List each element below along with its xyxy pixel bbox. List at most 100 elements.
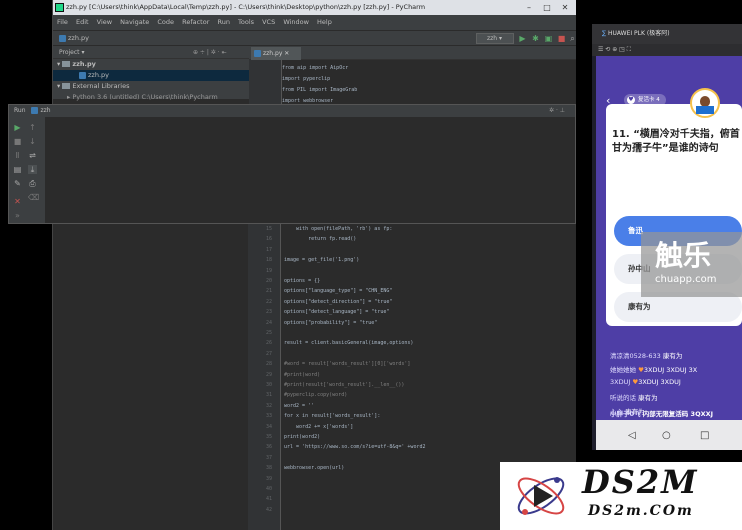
clear-icon[interactable]: ⌫: [28, 193, 39, 202]
code-line: word2 += x['words']: [284, 423, 354, 430]
run-config-dropdown[interactable]: zzh ▾: [476, 33, 514, 44]
code-line: options["detect_direction"] = "true": [284, 298, 393, 305]
chat-line: 她她她她 ♥3XDUJ 3XDUJ 3X: [610, 366, 698, 374]
line-number: 34: [265, 423, 272, 430]
menu-refactor[interactable]: Refactor: [182, 18, 209, 26]
project-view-selector[interactable]: Project: [59, 49, 80, 56]
menu-file[interactable]: File: [57, 18, 68, 26]
code-line: url = 'https://www.so.com/s?ie=utf-8&q='…: [284, 444, 426, 451]
run-tool-window: Run zzh ✲ · ⊥ ▶ ↑ ■ ↓ Ⅱ ⇌ ▤ ⤓ ⎙ ✎ ⌫ ✕ »: [8, 104, 576, 224]
minimize-icon[interactable]: –: [521, 0, 537, 15]
code-line: result = client.basicGeneral(image,optio…: [284, 340, 414, 347]
nav-recents-icon[interactable]: □: [700, 430, 709, 441]
menu-view[interactable]: View: [97, 18, 112, 26]
project-panel-tools-icon[interactable]: ⊕ ÷ | ✲ · ⇤: [193, 46, 227, 59]
stop-icon[interactable]: ■: [13, 137, 22, 146]
close-tab-icon[interactable]: ✕: [284, 50, 289, 57]
coverage-icon[interactable]: ▣: [544, 34, 553, 43]
phone-toolbar-icons[interactable]: ☰ ⟲ ⊕ ◳ ⛶: [598, 46, 631, 53]
menu-tools[interactable]: Tools: [238, 18, 254, 26]
scroll-down-icon[interactable]: ↓: [28, 137, 37, 146]
line-number: 42: [265, 506, 272, 513]
maximize-icon[interactable]: □: [539, 0, 555, 15]
breadcrumb[interactable]: zzh.py: [59, 31, 89, 46]
editor-tabs: zzh.py ✕: [249, 46, 576, 60]
tree-item-python-sdk[interactable]: ▸ Python 3.6 (untitled) C:\Users\think\P…: [53, 92, 249, 103]
chule-url: chuapp.com: [655, 274, 717, 285]
tree-item-file[interactable]: zzh.py: [53, 70, 249, 81]
search-icon[interactable]: ⌕: [568, 34, 576, 43]
line-number: 24: [265, 319, 272, 326]
menu-code[interactable]: Code: [157, 18, 174, 26]
pin-icon[interactable]: ✎: [13, 179, 22, 188]
line-number: 38: [265, 465, 272, 472]
code-line: options["language_type"] = "CHN_ENG": [284, 288, 393, 295]
code-line: print(word2): [284, 434, 321, 440]
navigation-bar: zzh.py zzh ▾ ▶ ✱ ▣ ■ ⌕: [53, 30, 576, 46]
editor-tab-zzh[interactable]: zzh.py ✕: [251, 47, 301, 60]
line-number: 19: [265, 267, 272, 274]
line-number: 36: [265, 444, 272, 451]
code-line: from aip import AipOcr: [282, 65, 349, 71]
menu-bar: File Edit View Navigate Code Refactor Ru…: [53, 15, 576, 30]
line-number: 41: [265, 496, 272, 503]
code-line: #print(word): [284, 371, 321, 378]
stop-icon[interactable]: ■: [557, 34, 566, 43]
menu-window[interactable]: Window: [283, 18, 309, 26]
line-number: 17: [265, 246, 272, 253]
project-panel-header: Project ▾ ⊕ ÷ | ✲ · ⇤: [53, 46, 249, 59]
line-number: 31: [265, 392, 272, 399]
code-line: webbrowser.open(url): [284, 465, 345, 472]
ds2m-watermark: DS2M DS2m.COm: [500, 462, 742, 530]
soft-wrap-icon[interactable]: ⇌: [28, 151, 37, 160]
nav-home-icon[interactable]: ○: [662, 430, 671, 441]
phone-window-title: ∑ HUAWEI PLK (极客阿): [592, 24, 742, 44]
heart-icon: ♥: [627, 96, 635, 104]
line-number: 20: [265, 278, 272, 284]
run-icon[interactable]: ▶: [518, 34, 527, 43]
menu-edit[interactable]: Edit: [76, 18, 89, 26]
folder-icon: [62, 61, 71, 67]
code-line: word2 = '': [284, 402, 315, 409]
chat-line: 3XDUJ ♥3XDUJ 3XDUJ: [610, 378, 681, 386]
close-icon[interactable]: ✕: [557, 0, 573, 15]
chat-line: 听说的话 康有为: [610, 394, 658, 402]
menu-help[interactable]: Help: [317, 18, 332, 26]
print-icon[interactable]: ⎙: [28, 179, 37, 188]
code-line: #print(result['words_result'].__len__()): [284, 382, 405, 388]
python-file-icon: [31, 107, 39, 114]
tree-item-external-libraries[interactable]: ▾ External Libraries: [53, 81, 249, 92]
line-number: 40: [265, 486, 272, 492]
code-line: for x in result['words_result']:: [284, 413, 381, 420]
close-run-icon[interactable]: ✕: [13, 197, 22, 206]
menu-navigate[interactable]: Navigate: [120, 18, 149, 26]
debug-icon[interactable]: ✱: [531, 34, 540, 43]
more-icon[interactable]: »: [13, 211, 22, 220]
code-line: options = {}: [284, 278, 321, 284]
run-panel-header: Run zzh ✲ · ⊥: [9, 105, 575, 117]
menu-run[interactable]: Run: [217, 18, 229, 26]
scroll-to-end-icon[interactable]: ⤓: [28, 165, 37, 174]
dump-threads-icon[interactable]: ▤: [13, 165, 22, 174]
code-line: #pyperclip.copy(word): [284, 392, 348, 399]
pycharm-app-icon: [55, 3, 64, 12]
code-line: #word = result['words_result'][0]['words…: [284, 361, 411, 368]
line-number: 28: [265, 361, 272, 368]
code-line: return fp.read(): [284, 236, 357, 243]
line-number: 39: [265, 475, 272, 482]
avatar-shirt: [696, 106, 714, 114]
line-number: 22: [265, 298, 272, 305]
code-line: options["detect_language"] = "true": [284, 309, 390, 316]
line-number: 29: [265, 371, 272, 378]
run-panel-settings-icon[interactable]: ✲ · ⊥: [549, 105, 565, 117]
rerun-icon[interactable]: ▶: [13, 123, 22, 132]
nav-back-icon[interactable]: ◁: [628, 430, 636, 441]
run-panel-config[interactable]: zzh: [40, 107, 50, 114]
tree-item-root[interactable]: ▾ zzh.py: [53, 59, 249, 70]
scroll-up-icon[interactable]: ↑: [28, 123, 37, 132]
menu-vcs[interactable]: VCS: [262, 18, 275, 26]
pause-icon[interactable]: Ⅱ: [13, 151, 22, 160]
python-file-icon: [79, 71, 86, 79]
host-avatar: [690, 88, 720, 118]
line-number: 15: [265, 226, 272, 232]
